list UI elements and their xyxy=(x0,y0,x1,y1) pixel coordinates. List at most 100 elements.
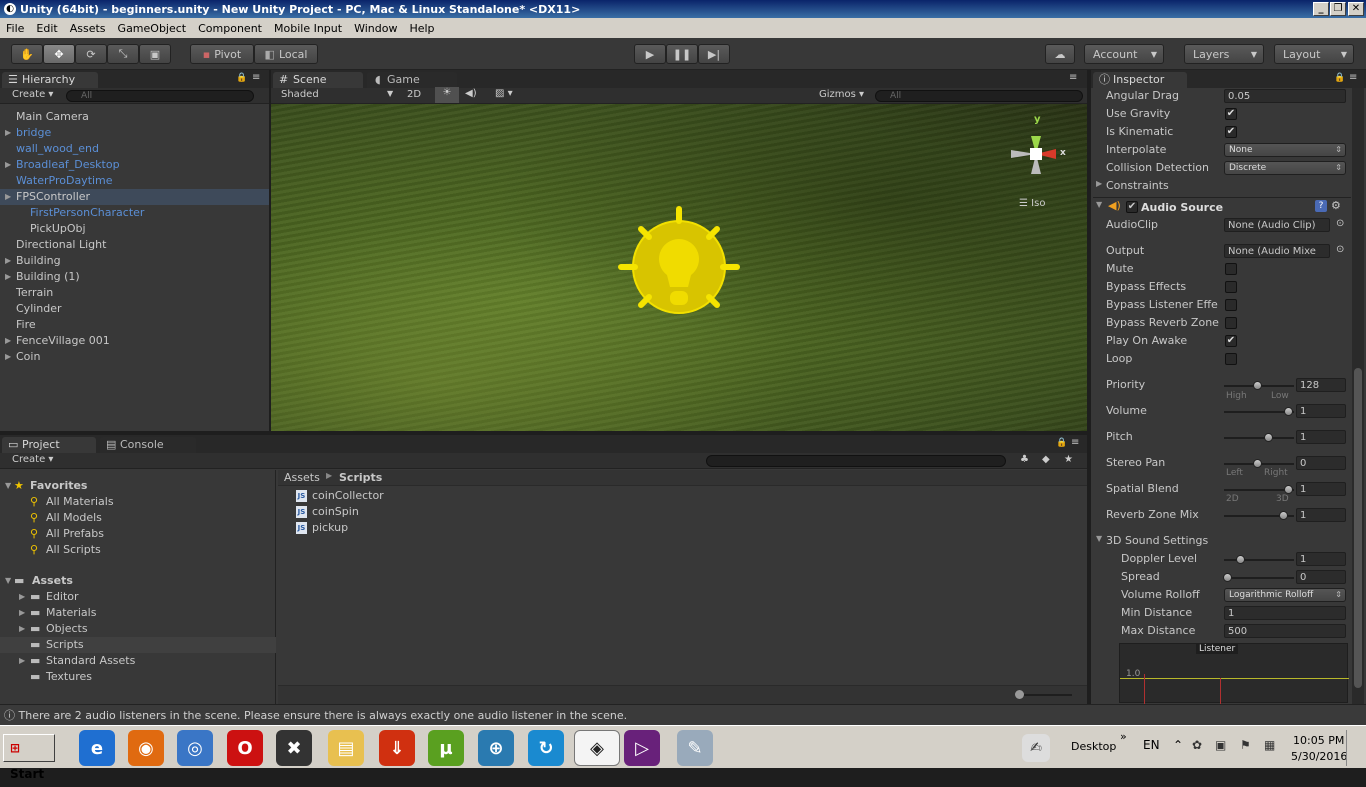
use-gravity-checkbox[interactable]: ✔ xyxy=(1225,108,1237,120)
bypass-listener-checkbox[interactable] xyxy=(1225,299,1237,311)
cloud-button[interactable]: ☁ xyxy=(1045,44,1075,64)
audio-source-enabled-checkbox[interactable]: ✔ xyxy=(1126,201,1138,213)
hierarchy-item[interactable]: FirstPersonCharacter xyxy=(0,205,269,221)
tray-monitor-icon[interactable]: ▣ xyxy=(1215,738,1226,752)
firefox-icon[interactable]: ◉ xyxy=(128,730,164,766)
favorite-item[interactable]: ⚲ All Materials xyxy=(0,494,276,510)
opera-icon[interactable]: O xyxy=(227,730,263,766)
asset-folder[interactable]: ▶ ▬ Standard Assets xyxy=(0,653,276,669)
asset-folder[interactable]: ▬ Textures xyxy=(0,669,276,685)
assets-header[interactable]: ▼ ▬ Assets xyxy=(0,573,275,589)
expand-arrow-icon[interactable]: ▶ xyxy=(19,653,25,669)
desktop-toolbar-label[interactable]: Desktop xyxy=(1071,740,1116,753)
script-file[interactable]: JS coinCollector xyxy=(278,488,1087,504)
clock-date[interactable]: 5/30/2016 xyxy=(1291,750,1347,763)
gizmos-dropdown[interactable]: Gizmos ▾ xyxy=(819,89,864,100)
hierarchy-item[interactable]: Fire xyxy=(0,317,269,333)
object-picker-icon[interactable]: ⊙ xyxy=(1336,244,1344,255)
doppler-field[interactable]: 1 xyxy=(1296,552,1346,566)
show-desktop-button[interactable] xyxy=(1346,730,1362,766)
favorite-item[interactable]: ⚲ All Scripts xyxy=(0,542,276,558)
filter-label-icon[interactable]: ◆ xyxy=(1042,454,1050,465)
collision-detection-dropdown[interactable]: Discrete xyxy=(1224,161,1346,175)
language-indicator[interactable]: EN xyxy=(1143,738,1160,752)
browser-icon[interactable]: ◎ xyxy=(177,730,213,766)
icon-size-slider[interactable] xyxy=(1018,694,1072,696)
audio-source-header[interactable]: ▼ ◀) ✔ Audio Source ? ⚙ xyxy=(1093,199,1351,217)
icon-size-slider-knob[interactable] xyxy=(1015,690,1024,699)
expand-arrow-icon[interactable]: ▶ xyxy=(19,621,25,637)
max-distance-field[interactable]: 500 xyxy=(1224,624,1346,638)
doppler-slider-knob[interactable] xyxy=(1236,555,1245,564)
doppler-slider[interactable] xyxy=(1224,559,1294,561)
tab-hierarchy[interactable]: ☰ Hierarchy xyxy=(2,72,98,88)
min-distance-field[interactable]: 1 xyxy=(1224,606,1346,620)
project-create-dropdown[interactable]: Create ▾ xyxy=(12,454,53,465)
spread-slider-knob[interactable] xyxy=(1223,573,1232,582)
tray-app-icon[interactable]: ✿ xyxy=(1192,738,1202,752)
lock-icon[interactable]: 🔒 xyxy=(1334,73,1345,83)
sync-icon[interactable]: ↻ xyxy=(528,730,564,766)
interpolate-dropdown[interactable]: None xyxy=(1224,143,1346,157)
mode-2d-toggle[interactable]: 2D xyxy=(407,89,421,100)
hierarchy-create-dropdown[interactable]: Create ▾ xyxy=(12,89,53,100)
hierarchy-item[interactable]: WaterProDaytime xyxy=(0,173,269,189)
object-picker-icon[interactable]: ⊙ xyxy=(1336,218,1344,229)
paint-icon[interactable]: ✎ xyxy=(677,730,713,766)
audioclip-field[interactable]: None (Audio Clip) xyxy=(1224,218,1330,232)
lighting-toggle[interactable]: ☀ xyxy=(435,87,459,103)
stereo-pan-field[interactable]: 0 xyxy=(1296,456,1346,470)
asset-folder[interactable]: ▶ ▬ Editor xyxy=(0,589,276,605)
hand-tool-button[interactable]: ✋ xyxy=(11,44,43,64)
step-button[interactable]: ▶| xyxy=(698,44,730,64)
spatial-blend-slider-knob[interactable] xyxy=(1284,485,1293,494)
menu-gameobject[interactable]: GameObject xyxy=(112,22,193,35)
play-on-awake-checkbox[interactable]: ✔ xyxy=(1225,335,1237,347)
tab-project[interactable]: ▭ Project xyxy=(2,437,96,453)
scene-search-input[interactable]: All xyxy=(875,90,1083,102)
script-file[interactable]: JS pickup xyxy=(278,520,1087,536)
tab-console[interactable]: ▤ Console xyxy=(100,437,196,453)
expand-arrow-icon[interactable]: ▶ xyxy=(19,589,25,605)
hierarchy-item[interactable]: ▶ Building (1) xyxy=(0,269,269,285)
file-explorer-icon[interactable]: ▤ xyxy=(328,730,364,766)
breadcrumb-scripts[interactable]: Scripts xyxy=(339,471,382,484)
lock-icon[interactable]: 🔒 xyxy=(1056,438,1067,448)
action-center-flag-icon[interactable]: ⚑ xyxy=(1240,738,1251,752)
local-toggle[interactable]: ◧ Local xyxy=(254,44,318,64)
start-button[interactable]: ⊞ Start xyxy=(3,734,55,781)
scale-tool-button[interactable]: ⤡ xyxy=(107,44,139,64)
layers-dropdown[interactable]: Layers ▼ xyxy=(1184,44,1264,64)
asset-folder[interactable]: ▶ ▬ Objects xyxy=(0,621,276,637)
hierarchy-item[interactable]: ▶ Broadleaf_Desktop xyxy=(0,157,269,173)
pitch-slider-knob[interactable] xyxy=(1264,433,1273,442)
clock-time[interactable]: 10:05 PM xyxy=(1293,734,1344,747)
menu-component[interactable]: Component xyxy=(192,22,268,35)
asset-folder[interactable]: ▶ ▬ Materials xyxy=(0,605,276,621)
favorite-item[interactable]: ⚲ All Models xyxy=(0,510,276,526)
network-globe-icon[interactable]: ⊕ xyxy=(478,730,514,766)
lock-icon[interactable]: 🔒 xyxy=(236,73,247,83)
rolloff-graph[interactable]: Listener 1.0 xyxy=(1119,643,1349,704)
scene-viewport[interactable]: y x ☰ Iso xyxy=(271,104,1087,431)
spread-slider[interactable] xyxy=(1224,577,1294,579)
rect-tool-button[interactable]: ▣ xyxy=(139,44,171,64)
internet-explorer-icon[interactable]: e xyxy=(79,730,115,766)
favorite-star-icon[interactable]: ★ xyxy=(1064,454,1073,465)
pitch-slider[interactable] xyxy=(1224,437,1294,439)
priority-field[interactable]: 128 xyxy=(1296,378,1346,392)
panel-menu-icon[interactable]: ≡ xyxy=(1071,437,1079,448)
expand-arrow-icon[interactable]: ▶ xyxy=(5,253,11,269)
menu-assets[interactable]: Assets xyxy=(64,22,112,35)
hierarchy-item[interactable]: Terrain xyxy=(0,285,269,301)
iso-label[interactable]: ☰ Iso xyxy=(1019,198,1045,209)
pause-button[interactable]: ❚❚ xyxy=(666,44,698,64)
console-status-bar[interactable]: ⓘ There are 2 audio listeners in the sce… xyxy=(0,704,1366,725)
volume-field[interactable]: 1 xyxy=(1296,404,1346,418)
minimize-button[interactable]: _ xyxy=(1313,2,1329,16)
favorite-item[interactable]: ⚲ All Prefabs xyxy=(0,526,276,542)
menu-file[interactable]: File xyxy=(0,22,30,35)
hierarchy-item[interactable]: ▶ FenceVillage 001 xyxy=(0,333,269,349)
help-icon[interactable]: ? xyxy=(1315,200,1327,212)
gear-icon[interactable]: ⚙ xyxy=(1331,199,1341,212)
